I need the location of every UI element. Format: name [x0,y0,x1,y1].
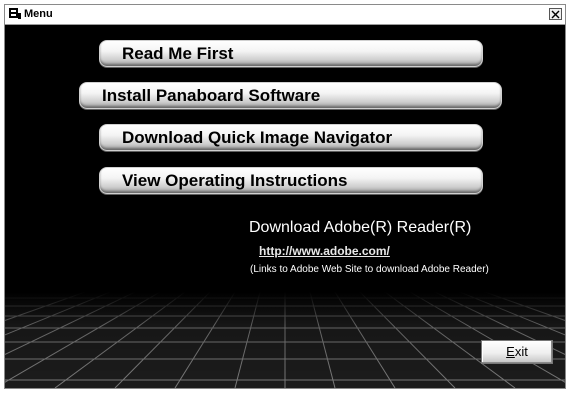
exit-button[interactable]: Exit [481,340,553,364]
exit-mnemonic: E [506,344,515,359]
title-bar: Menu [5,5,565,25]
install-panaboard-software-button[interactable]: Install Panaboard Software [79,82,502,109]
adobe-reader-heading: Download Adobe(R) Reader(R) [249,219,472,236]
adobe-link-note: (Links to Adobe Web Site to download Ado… [250,264,489,275]
close-button[interactable] [549,8,562,20]
view-operating-instructions-button[interactable]: View Operating Instructions [99,167,483,194]
menu-client-area [5,25,565,388]
exit-label-rest: xit [514,344,528,359]
adobe-website-link[interactable]: http://www.adobe.com/ [259,244,390,258]
close-icon [551,10,560,18]
menu-window: Menu Read Me First Install Panaboard Sof… [4,4,566,389]
window-title: Menu [24,8,53,20]
download-quick-image-navigator-button[interactable]: Download Quick Image Navigator [99,124,483,151]
app-menu-icon [9,8,21,19]
read-me-first-button[interactable]: Read Me First [99,40,483,67]
